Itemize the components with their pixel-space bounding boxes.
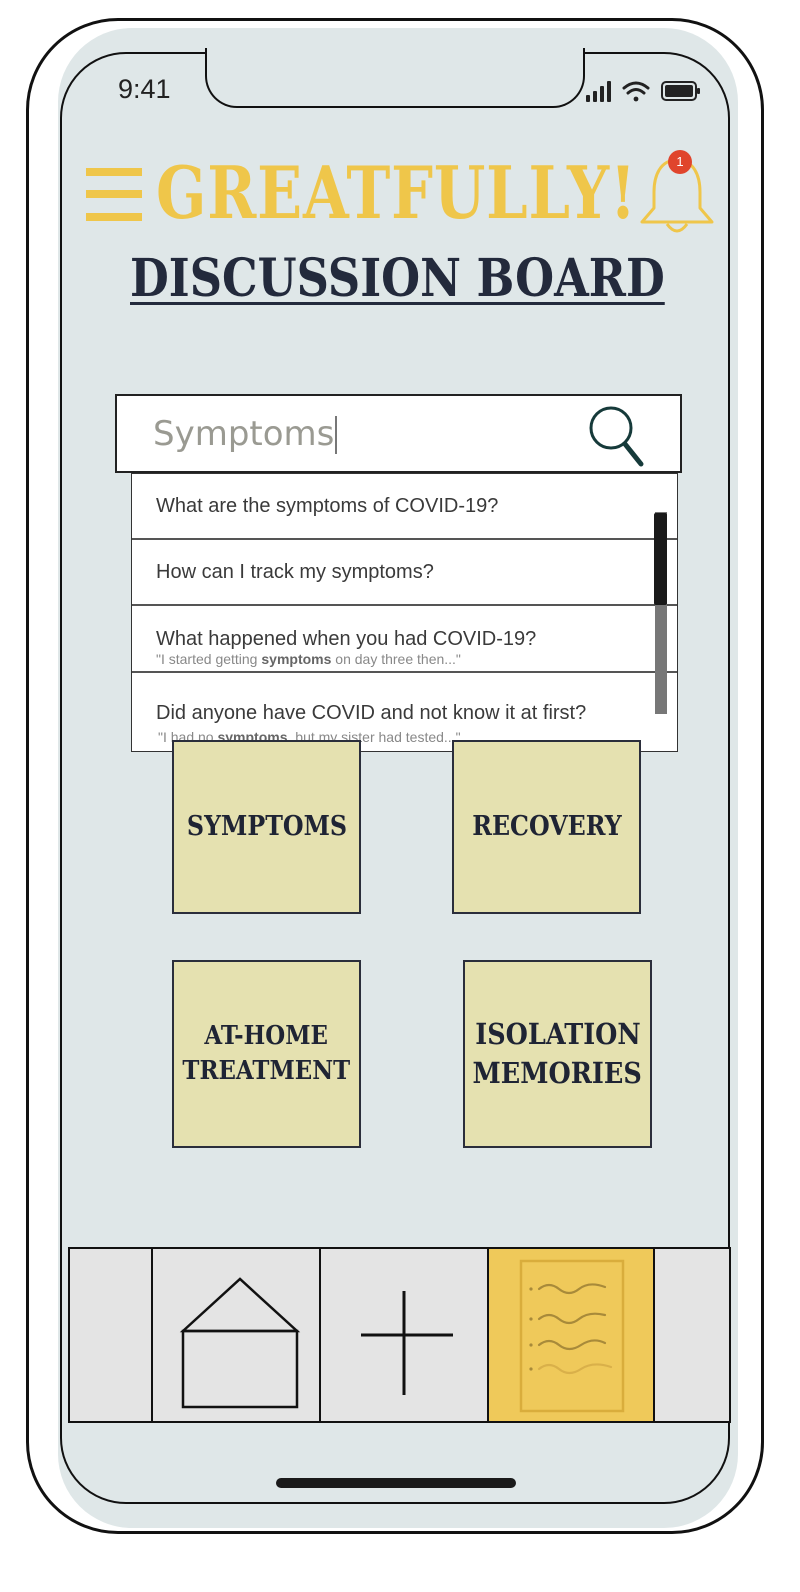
status-time: 9:41 bbox=[118, 74, 171, 104]
category-label: MEMORIES bbox=[472, 1056, 643, 1090]
notch bbox=[205, 48, 585, 108]
suggestion-snippet: "I started getting symptoms on day three… bbox=[156, 651, 461, 667]
suggestion-item[interactable]: What are the symptoms of COVID-19? bbox=[132, 474, 677, 540]
category-label: SYMPTOMS bbox=[186, 810, 347, 842]
nav-add[interactable] bbox=[319, 1249, 487, 1421]
suggestion-question: How can I track my symptoms? bbox=[156, 561, 434, 583]
category-label: AT-HOME bbox=[204, 1020, 329, 1051]
home-icon bbox=[179, 1277, 301, 1409]
document-icon bbox=[519, 1259, 625, 1413]
category-label: ISOLATION bbox=[474, 1016, 641, 1051]
suggestion-question: What happened when you had COVID-19? bbox=[156, 628, 537, 650]
category-isolation-memories[interactable]: ISOLATION MEMORIES bbox=[463, 960, 652, 1148]
signal-icon bbox=[586, 81, 611, 102]
battery-icon bbox=[661, 81, 700, 101]
snippet-highlight: symptoms bbox=[261, 651, 332, 667]
suggestion-question: Did anyone have COVID and not know it at… bbox=[156, 702, 587, 724]
bottom-nav bbox=[68, 1247, 731, 1423]
plus-icon bbox=[361, 1291, 453, 1395]
category-label: RECOVERY bbox=[471, 810, 622, 842]
category-recovery[interactable]: RECOVERY bbox=[452, 740, 641, 914]
page-title: DISCUSSION BOARD bbox=[130, 248, 665, 309]
nav-home[interactable] bbox=[151, 1249, 319, 1421]
suggestion-item[interactable]: How can I track my symptoms? bbox=[132, 540, 677, 606]
category-at-home-treatment[interactable]: AT-HOME TREATMENT bbox=[172, 960, 361, 1148]
category-label: TREATMENT bbox=[182, 1056, 351, 1086]
scrollbar-thumb[interactable] bbox=[654, 513, 667, 605]
text-caret bbox=[335, 416, 337, 454]
wifi-icon bbox=[622, 81, 650, 102]
notification-badge: 1 bbox=[668, 150, 692, 174]
category-symptoms[interactable]: SYMPTOMS bbox=[172, 740, 361, 914]
search-suggestions: What are the symptoms of COVID-19? How c… bbox=[131, 473, 678, 752]
nav-discussion-board[interactable] bbox=[487, 1249, 655, 1421]
search-input[interactable] bbox=[153, 410, 573, 458]
status-icons bbox=[586, 81, 700, 102]
suggestion-item[interactable]: What happened when you had COVID-19? "I … bbox=[132, 607, 677, 673]
menu-icon[interactable] bbox=[86, 166, 142, 224]
search-bar bbox=[115, 394, 682, 473]
search-icon[interactable] bbox=[587, 404, 647, 468]
suggestion-question: What are the symptoms of COVID-19? bbox=[156, 495, 499, 517]
home-indicator bbox=[276, 1478, 516, 1488]
snippet-text: on day three then..." bbox=[331, 651, 461, 667]
snippet-text: "I started getting bbox=[156, 651, 262, 667]
app-title: GREATFULLY! bbox=[156, 150, 637, 235]
